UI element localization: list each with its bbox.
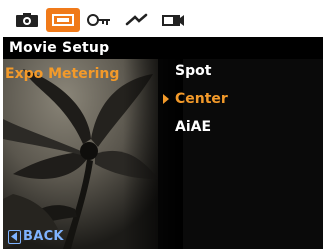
back-label: BACK <box>23 229 64 244</box>
tab-camera[interactable] <box>10 8 44 32</box>
back-arrow-icon <box>8 229 21 244</box>
key-icon <box>87 14 110 26</box>
video-icon <box>52 14 74 26</box>
tab-video[interactable] <box>46 8 80 32</box>
back-button[interactable]: BACK <box>8 229 64 244</box>
playback-icon <box>162 15 184 26</box>
tools-icon <box>125 13 148 26</box>
tab-tools[interactable] <box>120 8 154 32</box>
tab-playback[interactable] <box>156 8 190 32</box>
preview-panel: Expo Metering Spot Center AiAE BACK <box>3 59 323 249</box>
tab-settings-key[interactable] <box>82 8 116 32</box>
image-fade-overlay <box>123 59 183 249</box>
selection-arrow-icon <box>163 94 169 104</box>
option-center[interactable]: Center <box>163 91 228 107</box>
option-spot[interactable]: Spot <box>175 63 211 79</box>
option-aiae[interactable]: AiAE <box>175 119 211 135</box>
camera-icon <box>16 13 38 27</box>
page-title: Movie Setup <box>3 37 323 59</box>
menu-item-expo-metering[interactable]: Expo Metering <box>5 66 119 82</box>
option-center-label: Center <box>175 91 228 107</box>
mode-tab-bar <box>0 0 326 37</box>
